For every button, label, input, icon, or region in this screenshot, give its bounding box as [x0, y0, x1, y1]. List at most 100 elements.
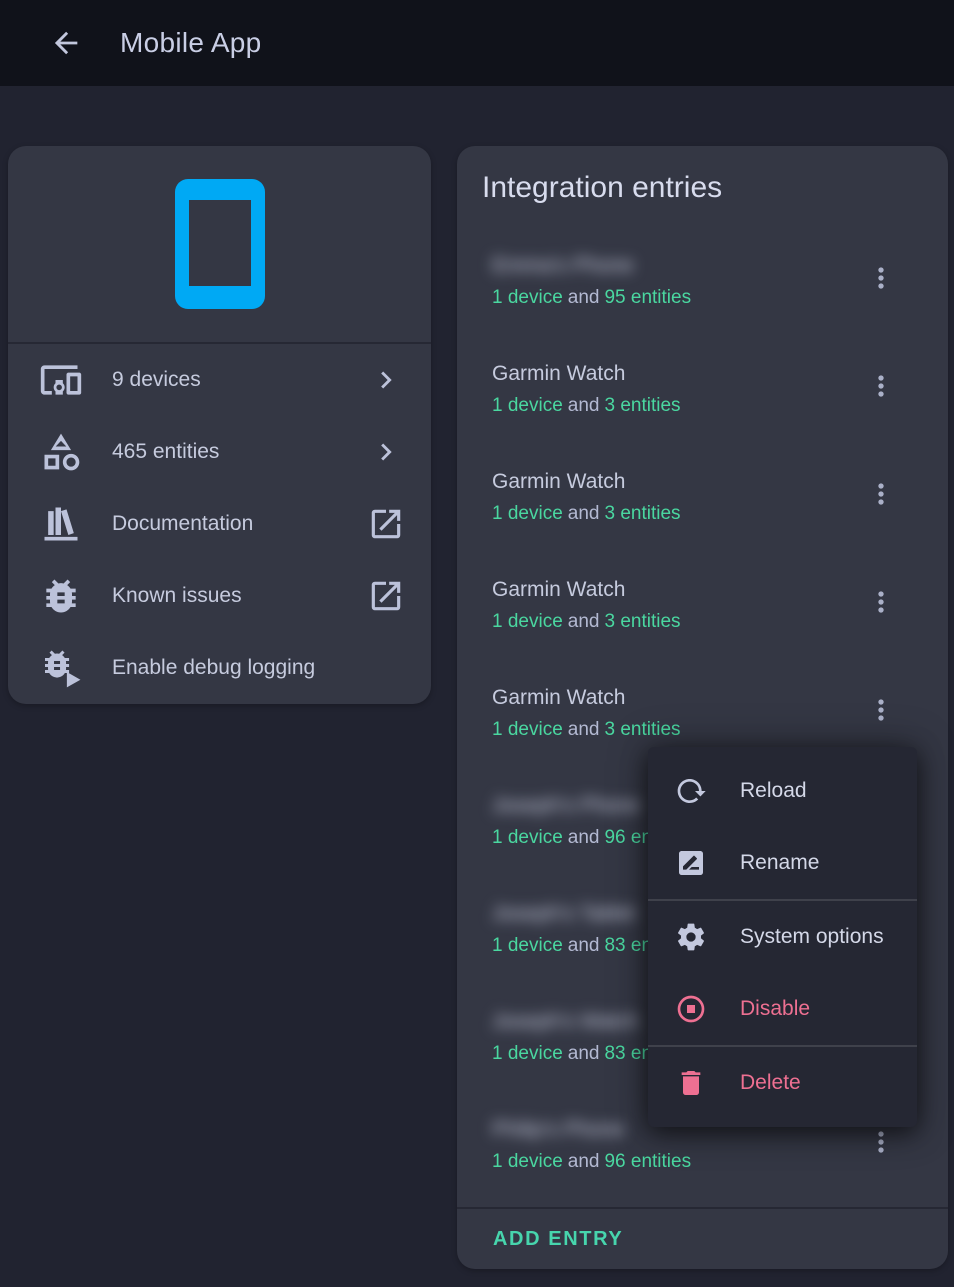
- entry-summary-conjunction: and: [568, 284, 600, 312]
- device-count-link[interactable]: 1 device: [492, 1040, 563, 1068]
- menu-item-label: System options: [740, 925, 884, 949]
- entry-menu-button[interactable]: [857, 254, 905, 302]
- entry-name: Garmin Watch: [492, 576, 625, 604]
- info-item-label: 465 entities: [112, 440, 367, 464]
- entry-summary: 1 deviceand3 entities: [492, 716, 852, 744]
- entry-name: Garmin Watch: [492, 684, 625, 712]
- chevron-right-icon: [367, 361, 405, 399]
- info-item-label: Known issues: [112, 584, 367, 608]
- entry-summary-conjunction: and: [568, 500, 600, 528]
- info-item-enable-debug-logging[interactable]: Enable debug logging: [8, 632, 431, 704]
- entry-summary-conjunction: and: [568, 716, 600, 744]
- info-item-label: Enable debug logging: [112, 656, 405, 680]
- open-in-new-icon: [367, 505, 405, 543]
- integration-entry: Garmin Watch 1 deviceand3 entities: [457, 336, 948, 444]
- rename-box-icon: [674, 846, 708, 880]
- bug-play-icon: [38, 645, 84, 691]
- menu-item-label: Rename: [740, 851, 819, 875]
- entity-count-link[interactable]: 3 entities: [604, 500, 680, 528]
- entity-count-link[interactable]: 3 entities: [604, 392, 680, 420]
- cog-icon: [674, 920, 708, 954]
- page-title: Mobile App: [120, 27, 262, 59]
- integration-entry: Emma's Phone 1 deviceand95 entities: [457, 228, 948, 336]
- entry-summary-conjunction: and: [568, 392, 600, 420]
- device-count-link[interactable]: 1 device: [492, 500, 563, 528]
- device-count-link[interactable]: 1 device: [492, 608, 563, 636]
- entity-count-link[interactable]: 96 entities: [604, 1148, 691, 1176]
- entity-count-link[interactable]: 3 entities: [604, 716, 680, 744]
- bug-icon: [38, 573, 84, 619]
- entity-count-link[interactable]: 3 entities: [604, 608, 680, 636]
- device-count-link[interactable]: 1 device: [492, 1148, 563, 1176]
- device-count-link[interactable]: 1 device: [492, 932, 563, 960]
- dots-vertical-icon: [865, 262, 897, 294]
- menu-item-system-options[interactable]: System options: [648, 901, 917, 973]
- info-item-documentation[interactable]: Documentation: [8, 488, 431, 560]
- menu-item-label: Delete: [740, 1071, 801, 1095]
- menu-item-label: Reload: [740, 779, 807, 803]
- info-item-465-entities[interactable]: 465 entities: [8, 416, 431, 488]
- entries-card-footer: ADD ENTRY: [457, 1207, 948, 1269]
- info-item-label: 9 devices: [112, 368, 367, 392]
- entry-menu-button[interactable]: [857, 578, 905, 626]
- bookshelf-icon: [38, 501, 84, 547]
- arrow-left-icon: [49, 26, 83, 60]
- stop-circle-outline-icon: [674, 992, 708, 1026]
- menu-item-label: Disable: [740, 997, 810, 1021]
- dots-vertical-icon: [865, 586, 897, 618]
- entry-name: Joseph's Phone: [492, 792, 641, 820]
- entry-name: Garmin Watch: [492, 468, 625, 496]
- info-list: 9 devices 465 entities Documentation Known …: [8, 344, 431, 704]
- dots-vertical-icon: [865, 370, 897, 402]
- entry-summary: 1 deviceand3 entities: [492, 500, 852, 528]
- entry-name: Joseph's Watch: [492, 1008, 639, 1036]
- entry-summary-conjunction: and: [568, 608, 600, 636]
- device-count-link[interactable]: 1 device: [492, 392, 563, 420]
- integration-icon-area: [8, 146, 431, 342]
- entry-menu-button[interactable]: [857, 686, 905, 734]
- chevron-right-icon: [367, 433, 405, 471]
- integration-entry: Garmin Watch 1 deviceand3 entities: [457, 552, 948, 660]
- entry-menu-button[interactable]: [857, 470, 905, 518]
- devices-icon: [38, 357, 84, 403]
- entry-summary-conjunction: and: [568, 824, 600, 852]
- entry-summary-conjunction: and: [568, 1148, 600, 1176]
- integration-entry: Garmin Watch 1 deviceand3 entities: [457, 444, 948, 552]
- device-count-link[interactable]: 1 device: [492, 824, 563, 852]
- dots-vertical-icon: [865, 478, 897, 510]
- info-item-9-devices[interactable]: 9 devices: [8, 344, 431, 416]
- device-count-link[interactable]: 1 device: [492, 284, 563, 312]
- device-count-link[interactable]: 1 device: [492, 716, 563, 744]
- cellphone-icon: [175, 179, 265, 309]
- entry-summary: 1 deviceand3 entities: [492, 608, 852, 636]
- entry-summary: 1 deviceand95 entities: [492, 284, 852, 312]
- entity-count-link[interactable]: 95 entities: [604, 284, 691, 312]
- entry-summary-conjunction: and: [568, 1040, 600, 1068]
- delete-icon: [674, 1066, 708, 1100]
- entry-name: Garmin Watch: [492, 360, 625, 388]
- entry-context-menu: Reload Rename System options Disable Delete: [648, 747, 917, 1127]
- entry-menu-button[interactable]: [857, 362, 905, 410]
- info-item-label: Documentation: [112, 512, 367, 536]
- back-button[interactable]: [44, 21, 88, 65]
- info-item-known-issues[interactable]: Known issues: [8, 560, 431, 632]
- entry-name: Philip's Phone: [492, 1116, 624, 1144]
- menu-item-reload[interactable]: Reload: [648, 755, 917, 827]
- open-in-new-icon: [367, 577, 405, 615]
- shape-outline-icon: [38, 429, 84, 475]
- entries-title: Integration entries: [482, 168, 948, 208]
- entry-summary: 1 deviceand96 entities: [492, 1148, 852, 1176]
- add-entry-button[interactable]: ADD ENTRY: [493, 1228, 623, 1251]
- menu-item-disable[interactable]: Disable: [648, 973, 917, 1045]
- entry-name: Emma's Phone: [492, 252, 634, 280]
- reload-icon: [674, 774, 708, 808]
- menu-item-delete[interactable]: Delete: [648, 1047, 917, 1119]
- dots-vertical-icon: [865, 694, 897, 726]
- app-bar: Mobile App: [0, 0, 954, 86]
- integration-info-card: 9 devices 465 entities Documentation Known …: [8, 146, 431, 704]
- entry-summary: 1 deviceand3 entities: [492, 392, 852, 420]
- dots-vertical-icon: [865, 1126, 897, 1158]
- entry-summary-conjunction: and: [568, 932, 600, 960]
- entry-name: Joseph's Tablet: [492, 900, 636, 928]
- menu-item-rename[interactable]: Rename: [648, 827, 917, 899]
